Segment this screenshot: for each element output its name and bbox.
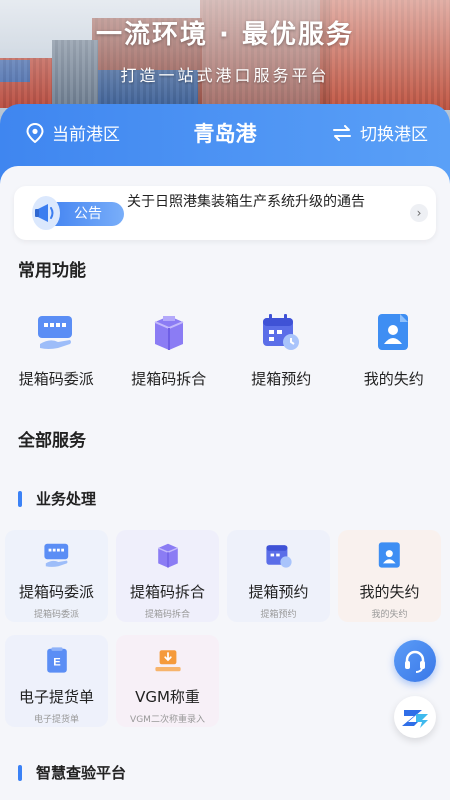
service-card-sublabel: 提箱预约	[260, 610, 297, 620]
section-accent-bar	[18, 764, 22, 781]
service-card-container-code-split[interactable]: 提箱码拆合 提箱码拆合	[116, 530, 219, 622]
service-card-sublabel: 电子提货单	[33, 715, 79, 725]
quick-item-label: 我的失约	[363, 370, 424, 388]
calendar-booking-icon	[265, 545, 292, 568]
service-card-e-delivery-order[interactable]: E 电子提货单 电子提货单	[5, 635, 108, 727]
business-section-label: 业务处理	[36, 490, 97, 508]
user-document-icon	[378, 542, 400, 568]
service-card-sublabel: 提箱码委派	[33, 610, 79, 620]
common-functions-grid: 提箱码委派 提箱码拆合 提箱预约 我的失约	[0, 312, 450, 392]
switch-port-button[interactable]: 切换港区	[332, 120, 428, 145]
megaphone-icon	[32, 196, 60, 230]
svg-text:E: E	[53, 657, 61, 669]
switch-port-label: 切换港区	[360, 125, 428, 145]
headset-icon	[405, 650, 425, 673]
quick-item-container-code-assign[interactable]: 提箱码委派	[0, 312, 113, 392]
current-port-label: 当前港区	[52, 125, 120, 145]
inspection-section-title: 智慧查验平台	[18, 762, 126, 783]
common-functions-title: 常用功能	[18, 261, 86, 281]
quick-item-my-missed[interactable]: 我的失约	[338, 312, 450, 392]
inspection-section-label: 智慧查验平台	[36, 764, 127, 782]
quick-item-label: 提箱预约	[251, 370, 312, 388]
service-card-label: 我的失约	[359, 583, 420, 601]
service-card-label: 电子提货单	[18, 688, 94, 706]
hero-title: 一流环境 · 最优服务	[96, 20, 354, 50]
calendar-booking-icon	[263, 314, 300, 350]
container-code-assign-icon	[38, 316, 73, 349]
service-card-sublabel: 提箱码拆合	[144, 610, 190, 620]
quick-item-container-code-split[interactable]: 提箱码拆合	[113, 312, 226, 392]
container-code-split-icon	[157, 543, 178, 568]
quick-item-calendar-booking[interactable]: 提箱预约	[225, 312, 338, 392]
location-pin-icon	[26, 122, 44, 143]
service-card-vgm-weighing[interactable]: VGM称重 VGM二次称重录入	[116, 635, 219, 727]
section-accent-bar	[18, 490, 22, 507]
smart-service-button[interactable]	[394, 696, 436, 738]
current-port-area: 当前港区	[26, 120, 120, 145]
service-card-sublabel: VGM二次称重录入	[130, 715, 205, 725]
service-card-my-missed[interactable]: 我的失约 我的失约	[338, 530, 441, 622]
service-card-label: VGM称重	[135, 688, 200, 706]
service-card-label: 提箱码委派	[18, 583, 94, 601]
customer-support-button[interactable]	[394, 640, 436, 682]
notice-text: 关于日照港集装箱生产系统升级的通告	[127, 194, 365, 210]
container-code-assign-icon	[43, 543, 68, 567]
chevron-right-icon[interactable]: ›	[410, 204, 428, 222]
quick-item-label: 提箱码委派	[18, 370, 94, 388]
user-document-icon	[377, 314, 408, 350]
quick-item-label: 提箱码拆合	[131, 370, 207, 388]
hero-subtitle: 打造一站式港口服务平台	[120, 66, 330, 85]
business-section-title: 业务处理	[18, 488, 96, 509]
service-card-container-code-assign[interactable]: 提箱码委派 提箱码委派	[5, 530, 108, 622]
service-card-sublabel: 我的失约	[371, 610, 408, 620]
service-card-calendar-booking[interactable]: 提箱预约 提箱预约	[227, 530, 330, 622]
container-code-split-icon	[154, 316, 184, 350]
scale-package-icon	[154, 650, 181, 672]
notice-bar[interactable]: 公告 关于日照港集装箱生产系统升级的通告 ›	[14, 186, 436, 240]
switch-arrows-icon	[333, 124, 351, 141]
service-card-label: 提箱码拆合	[129, 583, 205, 601]
service-card-label: 提箱预约	[248, 583, 309, 601]
document-e-icon: E	[46, 647, 67, 673]
lightning-logo-icon	[402, 710, 428, 728]
all-services-title: 全部服务	[18, 431, 86, 451]
